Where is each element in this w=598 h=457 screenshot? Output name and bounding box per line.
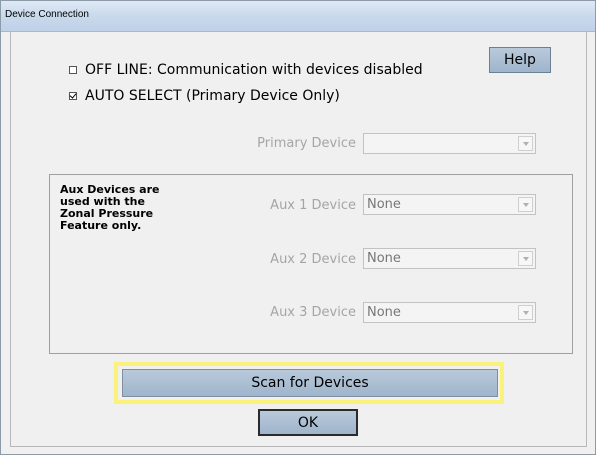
device-connection-window: Device Connection OFF LINE: Communicatio… [0,0,596,455]
aux-2-device-value: None [367,251,401,266]
ok-button[interactable]: OK [258,409,358,436]
aux-1-device-label: Aux 1 Device [270,198,356,213]
aux-2-device-select[interactable]: None [363,248,536,269]
offline-label: OFF LINE: Communication with devices dis… [85,62,423,78]
dialog-content: OFF LINE: Communication with devices dis… [10,31,587,447]
chevron-down-icon[interactable] [518,305,533,320]
chevron-down-icon[interactable] [518,197,533,212]
auto-select-label: AUTO SELECT (Primary Device Only) [85,88,340,104]
window-title: Device Connection [5,9,89,20]
help-button[interactable]: Help [489,47,551,73]
primary-device-select[interactable] [363,133,536,154]
chevron-down-icon[interactable] [518,136,533,151]
offline-checkbox[interactable] [69,66,77,74]
aux-3-device-select[interactable]: None [363,302,536,323]
auto-select-checkbox[interactable] [69,92,77,100]
aux-devices-note: Aux Devices are used with the Zonal Pres… [60,183,160,232]
primary-device-label: Primary Device [257,136,356,151]
scan-for-devices-button[interactable]: Scan for Devices [122,369,498,397]
aux-2-device-label: Aux 2 Device [270,252,356,267]
aux-1-device-select[interactable]: None [363,194,536,215]
auto-select-checkbox-row[interactable]: AUTO SELECT (Primary Device Only) [69,88,340,104]
offline-checkbox-row[interactable]: OFF LINE: Communication with devices dis… [69,62,423,78]
aux-1-device-value: None [367,197,401,212]
chevron-down-icon[interactable] [518,251,533,266]
aux-3-device-label: Aux 3 Device [270,305,356,320]
title-bar[interactable]: Device Connection [1,1,595,32]
aux-3-device-value: None [367,305,401,320]
